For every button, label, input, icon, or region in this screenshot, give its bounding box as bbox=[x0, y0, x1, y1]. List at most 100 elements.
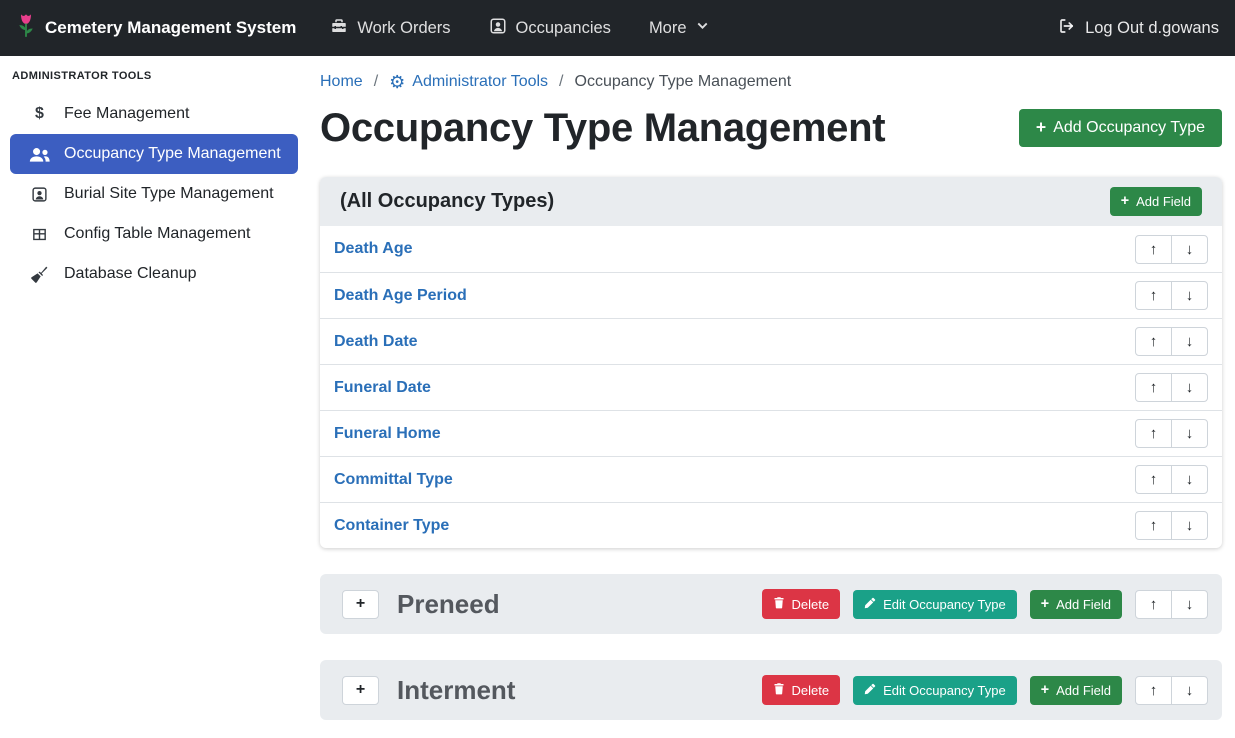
field-link[interactable]: Death Age Period bbox=[334, 287, 467, 305]
expand-section-button[interactable]: + bbox=[342, 590, 379, 619]
brand-link[interactable]: Cemetery Management System bbox=[16, 12, 296, 45]
occupancy-type-section-preneed: + Preneed Delete Edit Occupancy Type bbox=[320, 574, 1222, 634]
breadcrumb-separator: / bbox=[559, 73, 563, 91]
breadcrumb-admin-tools-link[interactable]: ⚙ Administrator Tools bbox=[389, 73, 548, 91]
add-field-button[interactable]: + Add Field bbox=[1110, 187, 1202, 216]
move-up-button[interactable]: ↑ bbox=[1135, 676, 1172, 705]
add-occupancy-type-button[interactable]: + Add Occupancy Type bbox=[1019, 109, 1222, 147]
move-up-button[interactable]: ↑ bbox=[1135, 235, 1172, 264]
move-down-button[interactable]: ↓ bbox=[1171, 511, 1208, 540]
app-title: Cemetery Management System bbox=[45, 18, 296, 38]
occupancy-type-section-interment: + Interment Delete Edit Occupancy Type bbox=[320, 660, 1222, 720]
field-link[interactable]: Container Type bbox=[334, 517, 449, 535]
nav-item-work-orders[interactable]: Work Orders bbox=[330, 17, 450, 40]
edit-occupancy-type-label: Edit Occupancy Type bbox=[883, 597, 1006, 612]
sidebar-item-config-table-management[interactable]: Config Table Management bbox=[10, 214, 298, 254]
field-row: Container Type ↑ ↓ bbox=[320, 502, 1222, 548]
move-up-button[interactable]: ↑ bbox=[1135, 511, 1172, 540]
move-up-button[interactable]: ↑ bbox=[1135, 373, 1172, 402]
field-link[interactable]: Funeral Home bbox=[334, 425, 441, 443]
add-occupancy-type-label: Add Occupancy Type bbox=[1053, 119, 1205, 137]
move-down-button[interactable]: ↓ bbox=[1171, 235, 1208, 264]
sidebar-item-burial-site-type-management[interactable]: Burial Site Type Management bbox=[10, 174, 298, 214]
chevron-down-icon bbox=[696, 19, 709, 38]
plus-icon: + bbox=[1121, 194, 1129, 208]
add-field-label: Add Field bbox=[1136, 194, 1191, 209]
page-title: Occupancy Type Management bbox=[320, 103, 885, 153]
person-frame-icon bbox=[489, 17, 507, 40]
move-up-button[interactable]: ↑ bbox=[1135, 327, 1172, 356]
expand-section-button[interactable]: + bbox=[342, 676, 379, 705]
users-icon bbox=[28, 147, 51, 162]
field-link[interactable]: Death Date bbox=[334, 333, 418, 351]
broom-icon bbox=[28, 265, 51, 284]
breadcrumb-current: Occupancy Type Management bbox=[575, 73, 792, 91]
breadcrumb-home-link[interactable]: Home bbox=[320, 73, 363, 91]
gear-icon: ⚙ bbox=[389, 73, 405, 91]
nav-item-label: More bbox=[649, 19, 687, 38]
add-field-label: Add Field bbox=[1056, 597, 1111, 612]
delete-label: Delete bbox=[792, 597, 830, 612]
move-down-button[interactable]: ↓ bbox=[1171, 419, 1208, 448]
reorder-controls: ↑ ↓ bbox=[1135, 511, 1208, 540]
trash-icon bbox=[773, 596, 785, 612]
edit-occupancy-type-button[interactable]: Edit Occupancy Type bbox=[853, 676, 1017, 705]
move-up-button[interactable]: ↑ bbox=[1135, 281, 1172, 310]
pencil-icon bbox=[864, 683, 876, 698]
delete-label: Delete bbox=[792, 683, 830, 698]
sidebar-item-occupancy-type-management[interactable]: Occupancy Type Management bbox=[10, 134, 298, 174]
plus-icon: + bbox=[1041, 597, 1049, 611]
sidebar-item-label: Burial Site Type Management bbox=[64, 185, 274, 203]
add-field-button[interactable]: + Add Field bbox=[1030, 590, 1122, 619]
reorder-controls: ↑ ↓ bbox=[1135, 235, 1208, 264]
navbar-menu: Work Orders Occupancies More bbox=[330, 17, 708, 40]
field-link[interactable]: Funeral Date bbox=[334, 379, 431, 397]
reorder-controls: ↑ ↓ bbox=[1135, 373, 1208, 402]
sidebar-item-fee-management[interactable]: $ Fee Management bbox=[10, 94, 298, 134]
section-title: Interment bbox=[397, 675, 515, 706]
person-frame-icon bbox=[28, 186, 51, 203]
move-down-button[interactable]: ↓ bbox=[1171, 373, 1208, 402]
sidebar: ADMINISTRATOR TOOLS $ Fee Management Occ… bbox=[0, 56, 308, 738]
field-row: Death Age ↑ ↓ bbox=[320, 226, 1222, 272]
edit-occupancy-type-label: Edit Occupancy Type bbox=[883, 683, 1006, 698]
sidebar-item-label: Fee Management bbox=[64, 105, 189, 123]
pencil-icon bbox=[864, 597, 876, 612]
delete-button[interactable]: Delete bbox=[762, 589, 841, 619]
breadcrumb: Home / ⚙ Administrator Tools / Occupancy… bbox=[320, 73, 1222, 91]
move-down-button[interactable]: ↓ bbox=[1171, 465, 1208, 494]
logout-icon bbox=[1058, 17, 1076, 40]
section-actions: Delete Edit Occupancy Type + Add Field ↑ bbox=[762, 589, 1208, 619]
top-navbar: Cemetery Management System Work Orders bbox=[0, 0, 1235, 56]
move-down-button[interactable]: ↓ bbox=[1171, 676, 1208, 705]
reorder-controls: ↑ ↓ bbox=[1135, 590, 1208, 619]
move-up-button[interactable]: ↑ bbox=[1135, 419, 1172, 448]
move-down-button[interactable]: ↓ bbox=[1171, 590, 1208, 619]
sidebar-item-label: Config Table Management bbox=[64, 225, 251, 243]
nav-item-occupancies[interactable]: Occupancies bbox=[489, 17, 611, 40]
field-list: Death Age ↑ ↓ Death Age Period ↑ ↓ bbox=[320, 226, 1222, 548]
all-occupancy-types-card: (All Occupancy Types) + Add Field Death … bbox=[320, 177, 1222, 548]
delete-button[interactable]: Delete bbox=[762, 675, 841, 705]
field-row: Death Date ↑ ↓ bbox=[320, 318, 1222, 364]
reorder-controls: ↑ ↓ bbox=[1135, 465, 1208, 494]
move-down-button[interactable]: ↓ bbox=[1171, 281, 1208, 310]
edit-occupancy-type-button[interactable]: Edit Occupancy Type bbox=[853, 590, 1017, 619]
reorder-controls: ↑ ↓ bbox=[1135, 327, 1208, 356]
move-up-button[interactable]: ↑ bbox=[1135, 590, 1172, 619]
nav-item-more[interactable]: More bbox=[649, 19, 709, 38]
logout-button[interactable]: Log Out d.gowans bbox=[1058, 17, 1219, 40]
sidebar-item-database-cleanup[interactable]: Database Cleanup bbox=[10, 254, 298, 294]
plus-icon: + bbox=[1041, 683, 1049, 697]
move-down-button[interactable]: ↓ bbox=[1171, 327, 1208, 356]
reorder-controls: ↑ ↓ bbox=[1135, 419, 1208, 448]
move-up-button[interactable]: ↑ bbox=[1135, 465, 1172, 494]
reorder-controls: ↑ ↓ bbox=[1135, 676, 1208, 705]
field-link[interactable]: Committal Type bbox=[334, 471, 453, 489]
trash-icon bbox=[773, 682, 785, 698]
app-window: Cemetery Management System Work Orders bbox=[0, 0, 1235, 738]
add-field-button[interactable]: + Add Field bbox=[1030, 676, 1122, 705]
field-link[interactable]: Death Age bbox=[334, 240, 413, 258]
field-row: Funeral Date ↑ ↓ bbox=[320, 364, 1222, 410]
dollar-icon: $ bbox=[28, 105, 51, 123]
